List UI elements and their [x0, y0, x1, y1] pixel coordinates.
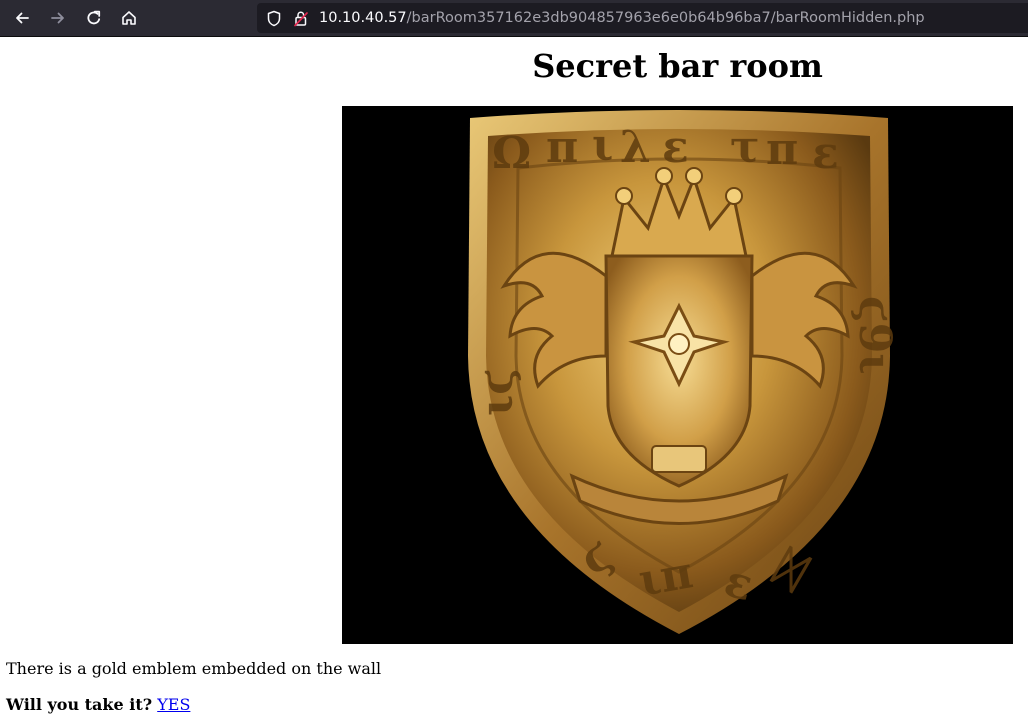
emblem-description: There is a gold emblem embedded on the w… — [6, 659, 382, 678]
home-button[interactable] — [115, 4, 143, 32]
svg-text:ε: ε — [812, 128, 839, 179]
url-path: /barRoom357162e3db904857963e6e0b64b96ba7… — [406, 10, 925, 26]
back-button[interactable] — [8, 4, 36, 32]
reload-button[interactable] — [80, 4, 108, 32]
forward-button[interactable] — [44, 4, 72, 32]
gold-emblem-icon: Ωπιλε τπε ιϛ ϛ9ι ϛ ιπ εᛞ — [468, 110, 900, 634]
svg-text:λ: λ — [620, 122, 651, 173]
svg-text:ιπ: ιπ — [635, 547, 697, 607]
url-text[interactable]: 10.10.40.57/barRoom357162e3db904857963e6… — [319, 9, 925, 27]
svg-text:Ω: Ω — [492, 128, 531, 179]
svg-text:ε: ε — [662, 122, 689, 173]
page-title: Secret bar room — [532, 47, 823, 85]
svg-text:ι: ι — [592, 120, 613, 171]
lock-icon[interactable] — [293, 10, 309, 27]
take-question-label: Will you take it? — [6, 695, 153, 714]
browser-toolbar: 10.10.40.57/barRoom357162e3db904857963e6… — [0, 0, 1028, 37]
home-icon — [122, 11, 136, 25]
url-bar[interactable]: 10.10.40.57/barRoom357162e3db904857963e6… — [257, 3, 1028, 33]
svg-text:π: π — [766, 124, 798, 175]
yes-link[interactable]: YES — [157, 695, 190, 714]
url-host: 10.10.40.57 — [319, 10, 407, 26]
take-question: Will you take it? YES — [6, 694, 190, 716]
svg-text:π: π — [546, 122, 578, 173]
forward-arrow-icon — [51, 12, 64, 24]
svg-text:ιϛ: ιϛ — [472, 368, 523, 416]
shield-icon[interactable] — [266, 10, 282, 27]
svg-text:τ: τ — [730, 122, 760, 173]
reload-icon — [87, 10, 101, 25]
back-arrow-icon — [16, 12, 29, 24]
gold-emblem-image: Ωπιλε τπε ιϛ ϛ9ι ϛ ιπ εᛞ — [342, 106, 1013, 644]
svg-text:ϛ9ι: ϛ9ι — [849, 296, 900, 375]
